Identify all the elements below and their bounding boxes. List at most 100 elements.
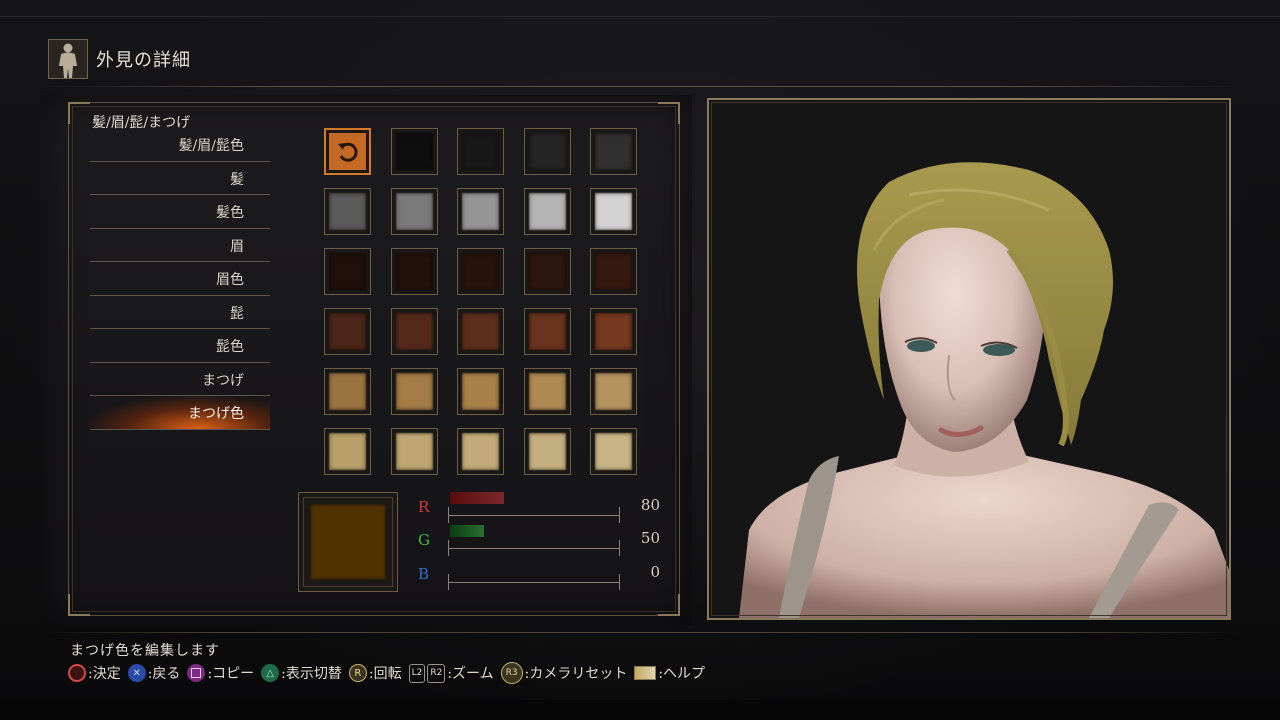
color-swatch-fill: [528, 253, 566, 290]
color-swatch[interactable]: [523, 428, 571, 475]
reset-color-button[interactable]: [324, 128, 371, 175]
menu-item-eyelash-color[interactable]: まつげ色: [90, 396, 270, 430]
menu-item-hair[interactable]: 髪: [90, 162, 270, 195]
menu-item-label: 髭色: [216, 339, 244, 355]
color-swatch[interactable]: [523, 308, 571, 355]
menu-item-beard[interactable]: 髭: [90, 296, 270, 329]
color-swatch[interactable]: [457, 368, 504, 415]
prompt-toggle-display[interactable]: △ :表示切替: [261, 663, 342, 683]
slider-green[interactable]: G 50: [418, 525, 660, 559]
triangle-button-icon: △: [261, 664, 280, 682]
top-divider: [0, 16, 1280, 17]
prompt-rotate[interactable]: R :回転: [348, 663, 402, 683]
menu-item-eyelashes[interactable]: まつげ: [90, 363, 270, 396]
menu-item-label: まつげ色: [188, 406, 244, 422]
menu-item-label: 髪: [230, 171, 244, 188]
menu-item-hair-color[interactable]: 髪色: [90, 195, 270, 229]
color-swatch[interactable]: [590, 368, 637, 415]
color-swatch-fill: [329, 193, 366, 230]
menu-item-label: 髭: [230, 305, 244, 322]
color-swatch-fill: [528, 373, 566, 410]
slider-track[interactable]: [448, 574, 620, 590]
color-swatch[interactable]: [324, 368, 371, 415]
color-swatch-fill: [462, 373, 499, 410]
prompt-label: :カメラリセット: [524, 666, 628, 682]
square-button-icon: [187, 664, 206, 682]
slider-value-b: 0: [650, 563, 660, 581]
color-swatch-fill: [462, 313, 499, 350]
help-description: まつげ色を編集します: [70, 643, 220, 659]
color-swatch-fill: [528, 133, 566, 170]
r2-trigger-icon: R2: [427, 663, 446, 683]
color-swatch-fill: [329, 313, 366, 350]
frame-corner-ornament: [658, 102, 680, 124]
color-swatch[interactable]: [457, 248, 504, 295]
color-swatch[interactable]: [523, 248, 571, 295]
slider-blue[interactable]: B 0: [418, 563, 660, 593]
color-swatch[interactable]: [324, 308, 371, 355]
color-swatch[interactable]: [457, 428, 504, 475]
color-swatch[interactable]: [324, 248, 371, 295]
color-swatch[interactable]: [390, 308, 438, 355]
current-color-preview: [298, 492, 398, 592]
footer-divider: [40, 632, 1240, 633]
color-swatch[interactable]: [390, 128, 438, 175]
character-preview[interactable]: [707, 98, 1231, 620]
color-swatch[interactable]: [523, 188, 571, 235]
color-swatch-fill: [395, 193, 433, 230]
color-swatch-fill: [595, 133, 632, 170]
slider-track[interactable]: [448, 507, 620, 523]
l2-trigger-icon: L2: [408, 663, 426, 683]
color-swatch[interactable]: [590, 428, 637, 475]
prompt-help[interactable]: :ヘルプ: [634, 663, 705, 683]
prompt-label: :コピー: [207, 666, 255, 682]
slider-label-b: B: [418, 565, 430, 583]
slider-red[interactable]: R 80: [418, 492, 660, 526]
color-swatch-fill: [329, 373, 366, 410]
color-swatch-fill: [528, 433, 566, 470]
color-swatch[interactable]: [590, 308, 637, 355]
prompt-label: :ヘルプ: [658, 666, 706, 682]
prompt-camera-reset[interactable]: R3 :カメラリセット: [500, 662, 628, 684]
color-swatch[interactable]: [324, 188, 371, 235]
color-swatch-fill: [595, 313, 632, 350]
prompt-label: :戻る: [147, 666, 181, 682]
color-swatch-fill: [395, 433, 433, 470]
page-title: 外見の詳細: [96, 50, 191, 71]
prompt-back[interactable]: ✕ :戻る: [127, 663, 181, 683]
color-swatch[interactable]: [390, 428, 438, 475]
color-swatch[interactable]: [590, 248, 637, 295]
body-silhouette-icon: [48, 39, 88, 79]
prompt-zoom[interactable]: L2 R2 :ズーム: [408, 663, 494, 683]
color-swatch[interactable]: [523, 128, 571, 175]
menu-item-eyebrows[interactable]: 眉: [90, 229, 270, 262]
color-swatch[interactable]: [590, 128, 637, 175]
prompt-confirm[interactable]: :決定: [68, 663, 121, 683]
menu-item-beard-color[interactable]: 髭色: [90, 329, 270, 363]
menu-item-label: 眉: [230, 238, 244, 255]
color-swatch[interactable]: [390, 188, 438, 235]
color-swatch[interactable]: [590, 188, 637, 235]
color-swatch-fill: [329, 253, 366, 290]
prompt-label: :決定: [88, 666, 121, 682]
button-prompts-bar: :決定 ✕ :戻る :コピー △ :表示切替 R :回転 L2 R2 :ズーム …: [68, 661, 712, 685]
menu-item-eyebrow-color[interactable]: 眉色: [90, 262, 270, 296]
color-swatch-fill: [462, 133, 499, 170]
color-swatch[interactable]: [457, 128, 504, 175]
color-swatch[interactable]: [523, 368, 571, 415]
color-swatch-fill: [595, 373, 632, 410]
cross-button-icon: ✕: [127, 664, 146, 682]
prompt-label: :ズーム: [447, 666, 494, 682]
color-swatch[interactable]: [457, 308, 504, 355]
color-swatch[interactable]: [390, 368, 438, 415]
color-swatch[interactable]: [457, 188, 504, 235]
menu-item-label: まつげ: [202, 372, 244, 389]
slider-value-g: 50: [640, 529, 660, 547]
color-swatch-fill: [462, 253, 499, 290]
prompt-copy[interactable]: :コピー: [187, 663, 254, 683]
color-swatch[interactable]: [324, 428, 371, 475]
color-swatch-fill: [395, 313, 433, 350]
menu-item-hair-brow-beard-color[interactable]: 髪/眉/髭色: [90, 128, 270, 162]
color-swatch[interactable]: [390, 248, 438, 295]
slider-track[interactable]: [448, 540, 620, 556]
